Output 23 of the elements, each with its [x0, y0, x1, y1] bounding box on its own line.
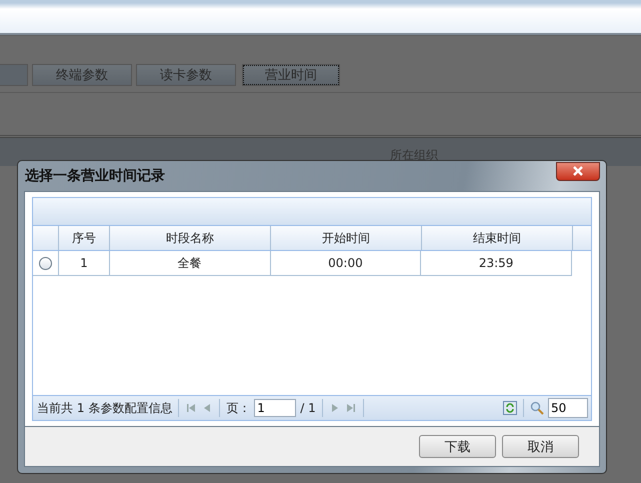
- first-page-icon[interactable]: [185, 402, 198, 414]
- column-header[interactable]: 时段名称: [110, 226, 271, 250]
- close-icon: [572, 166, 584, 176]
- search-icon[interactable]: [530, 401, 544, 415]
- table-cell: 00:00: [270, 251, 422, 275]
- dialog-button[interactable]: 下载: [419, 435, 496, 458]
- last-page-icon[interactable]: [344, 402, 357, 414]
- table-cell: 1: [58, 251, 110, 275]
- table-cell: 全餐: [110, 251, 271, 275]
- refresh-icon[interactable]: [503, 401, 517, 415]
- close-button[interactable]: [556, 162, 600, 180]
- column-header[interactable]: 结束时间: [422, 226, 573, 250]
- page-total: / 1: [300, 401, 316, 415]
- radio-button[interactable]: [38, 256, 52, 270]
- record-count: 当前共 1 条参数配置信息: [37, 400, 172, 416]
- page-input[interactable]: 1: [254, 399, 296, 417]
- column-header[interactable]: 开始时间: [271, 226, 422, 250]
- page-size-input[interactable]: 50: [548, 398, 588, 418]
- page-label: 页：: [226, 400, 250, 416]
- table-cell: 23:59: [421, 251, 572, 275]
- dialog-title: 选择一条营业时间记录: [25, 167, 165, 185]
- dialog-button[interactable]: 取消: [502, 435, 579, 458]
- column-header[interactable]: 序号: [59, 226, 110, 250]
